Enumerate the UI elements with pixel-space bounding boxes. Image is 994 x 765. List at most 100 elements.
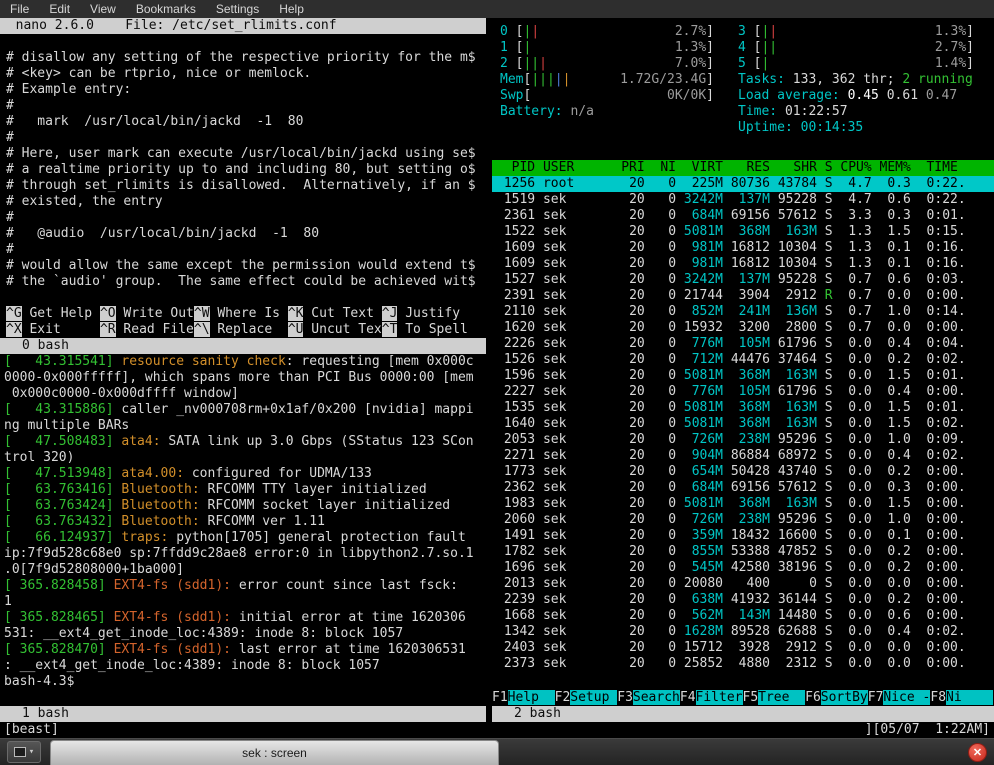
process-row[interactable]: 2226 sek 20 0 776M 105M 61796 S 0.0 0.4 … [492, 336, 994, 352]
terminal-line: [ 63.763432] Bluetooth: RFCOMM ver 1.11 [4, 514, 486, 530]
terminal-line: ng multiple BARs [4, 418, 486, 434]
process-row[interactable]: 1535 sek 20 0 5081M 368M 163M S 0.0 1.5 … [492, 400, 994, 416]
process-row[interactable]: 1526 sek 20 0 712M 44476 37464 S 0.0 0.2… [492, 352, 994, 368]
terminal-line: # a realtime priority up to and includin… [6, 162, 486, 178]
terminal-line [6, 34, 486, 50]
memory-meter: Mem[|||||1.72G/23.4G] [500, 72, 714, 88]
process-row[interactable]: 1256 root 20 0 225M 80736 43784 S 4.7 0.… [492, 176, 994, 192]
terminal-line: [ 365.828470] EXT4-fs (sdd1): last error… [4, 642, 486, 658]
menu-edit[interactable]: Edit [49, 2, 70, 16]
process-row[interactable]: 2373 sek 20 0 25852 4880 2312 S 0.0 0.0 … [492, 656, 994, 672]
process-row[interactable]: 2110 sek 20 0 852M 241M 136M S 0.7 1.0 0… [492, 304, 994, 320]
terminal-line: [ 47.513948] ata4.00: configured for UDM… [4, 466, 486, 482]
fkey-f1[interactable]: F1Help [492, 690, 555, 706]
terminal-line: 0000-0x000fffff], which spans more than … [4, 370, 486, 386]
dmesg-pane[interactable]: [ 43.315541] resource sanity check: requ… [0, 354, 486, 706]
battery-status: Battery: n/a [500, 104, 732, 120]
htop-meters-left: 0 [||2.7%] 1 [|1.3%] 2 [|||7.0%] Mem[|||… [500, 24, 732, 136]
fkey-f6[interactable]: F6SortBy [805, 690, 868, 706]
process-row[interactable]: 2271 sek 20 0 904M 86884 68972 S 0.0 0.4… [492, 448, 994, 464]
process-row[interactable]: 1527 sek 20 0 3242M 137M 95228 S 0.7 0.6… [492, 272, 994, 288]
process-row[interactable]: 2239 sek 20 0 638M 41932 36144 S 0.0 0.2… [492, 592, 994, 608]
process-row[interactable]: 2403 sek 20 0 15712 3928 2912 S 0.0 0.0 … [492, 640, 994, 656]
fkey-f8[interactable]: F8Ni [930, 690, 993, 706]
htop-pane[interactable]: 0 [||2.7%] 1 [|1.3%] 2 [|||7.0%] Mem[|||… [492, 18, 994, 722]
terminal-line: [ 365.828465] EXT4-fs (sdd1): initial er… [4, 610, 486, 626]
screen-caption-window0: 0 bash [0, 338, 486, 354]
process-row[interactable]: 1609 sek 20 0 981M 16812 10304 S 1.3 0.1… [492, 256, 994, 272]
terminal-line: [ 66.124937] traps: python[1705] general… [4, 530, 486, 546]
menu-file[interactable]: File [10, 2, 29, 16]
menu-settings[interactable]: Settings [216, 2, 259, 16]
process-row[interactable]: 1620 sek 20 0 15932 3200 2800 S 0.7 0.0 … [492, 320, 994, 336]
new-tab-button[interactable]: ▾ [7, 741, 41, 763]
menu-view[interactable]: View [90, 2, 116, 16]
cpu4-meter: 4 [||2.7%] [738, 40, 974, 56]
menu-bookmarks[interactable]: Bookmarks [136, 2, 196, 16]
process-row[interactable]: 2391 sek 20 0 21744 3904 2912 R 0.7 0.0 … [492, 288, 994, 304]
screen-caption-window2: 2 bash [492, 706, 994, 722]
process-table[interactable]: PID USER PRI NI VIRT RES SHR S CPU% MEM%… [492, 160, 994, 690]
htop-meters-right: 3 [||1.3%] 4 [||2.7%] 5 [|1.4%] Tasks: 1… [732, 24, 994, 136]
cpu1-meter: 1 [|1.3%] [500, 40, 714, 56]
terminal-line: # [6, 210, 486, 226]
terminal-viewport[interactable]: nano 2.6.0 File: /etc/set_rlimits.conf #… [0, 18, 994, 738]
cpu0-meter: 0 [||2.7%] [500, 24, 714, 40]
close-icon: ✕ [973, 746, 982, 759]
terminal-line: # disallow any setting of the respective… [6, 50, 486, 66]
nano-editor-body[interactable]: # disallow any setting of the respective… [0, 34, 486, 306]
terminal-line: [ 43.315886] caller _nv000708rm+0x1af/0x… [4, 402, 486, 418]
terminal-line: [ 63.763424] Bluetooth: RFCOMM socket la… [4, 498, 486, 514]
fkey-f3[interactable]: F3Search [617, 690, 680, 706]
close-session-button[interactable]: ✕ [968, 743, 987, 762]
hostname-label: [beast] [4, 722, 67, 738]
terminal-line: # [6, 242, 486, 258]
terminal-line: ip:7f9d528c68e0 sp:7ffdd9c28ae8 error:0 … [4, 546, 486, 562]
process-row[interactable]: 1596 sek 20 0 5081M 368M 163M S 0.0 1.5 … [492, 368, 994, 384]
statusbar-spacer-left [67, 722, 405, 738]
left-pane-column: nano 2.6.0 File: /etc/set_rlimits.conf #… [0, 18, 486, 722]
process-row[interactable]: 2361 sek 20 0 684M 69156 57612 S 3.3 0.3… [492, 208, 994, 224]
process-row[interactable]: 1983 sek 20 0 5081M 368M 163M S 0.0 1.5 … [492, 496, 994, 512]
fkey-f5[interactable]: F5Tree [743, 690, 806, 706]
process-row[interactable]: 1342 sek 20 0 1628M 89528 62688 S 0.0 0.… [492, 624, 994, 640]
process-row[interactable]: 2362 sek 20 0 684M 69156 57612 S 0.0 0.3… [492, 480, 994, 496]
tab-label: sek : screen [242, 746, 307, 760]
process-row[interactable]: 2060 sek 20 0 726M 238M 95296 S 0.0 1.0 … [492, 512, 994, 528]
terminal-icon [14, 747, 26, 757]
menu-help[interactable]: Help [279, 2, 304, 16]
process-row[interactable]: 2053 sek 20 0 726M 238M 95296 S 0.0 1.0 … [492, 432, 994, 448]
terminal-line: : __ext4_get_inode_loc:4389: inode 8: bl… [4, 658, 486, 674]
process-row[interactable]: 1609 sek 20 0 981M 16812 10304 S 1.3 0.1… [492, 240, 994, 256]
process-table-header[interactable]: PID USER PRI NI VIRT RES SHR S CPU% MEM%… [492, 160, 994, 176]
terminal-line: [ 43.315541] resource sanity check: requ… [4, 354, 486, 370]
terminal-line: # [6, 98, 486, 114]
nano-shortcut-bar: ^G Get Help ^O Write Out^W Where Is ^K C… [0, 306, 486, 338]
terminal-line: ^G Get Help ^O Write Out^W Where Is ^K C… [6, 306, 486, 322]
screen-caption-window1: 1 bash [0, 706, 486, 722]
fkey-f2[interactable]: F2Setup [555, 690, 618, 706]
process-row[interactable]: 2227 sek 20 0 776M 105M 61796 S 0.0 0.4 … [492, 384, 994, 400]
cpu3-meter: 3 [||1.3%] [738, 24, 974, 40]
tab-session-screen[interactable]: sek : screen [50, 740, 499, 765]
process-row[interactable]: 1668 sek 20 0 562M 143M 14480 S 0.0 0.6 … [492, 608, 994, 624]
process-row[interactable]: 2013 sek 20 0 20080 400 0 S 0.0 0.0 0:00… [492, 576, 994, 592]
process-row[interactable]: 1522 sek 20 0 5081M 368M 163M S 1.3 1.5 … [492, 224, 994, 240]
statusbar-spacer-right [527, 722, 865, 738]
process-row[interactable]: 1773 sek 20 0 654M 50428 43740 S 0.0 0.2… [492, 464, 994, 480]
process-row[interactable]: 1640 sek 20 0 5081M 368M 163M S 0.0 1.5 … [492, 416, 994, 432]
process-row[interactable]: 1782 sek 20 0 855M 53388 47852 S 0.0 0.2… [492, 544, 994, 560]
fkey-f4[interactable]: F4Filter [680, 690, 743, 706]
process-row[interactable]: 1696 sek 20 0 545M 42580 38196 S 0.0 0.2… [492, 560, 994, 576]
nano-pane[interactable]: nano 2.6.0 File: /etc/set_rlimits.conf #… [0, 18, 486, 338]
screen-statusbar: [beast] 0 bash 1 bash 2 bash ][05/07 1:2… [0, 722, 994, 738]
terminal-line: [ 63.763416] Bluetooth: RFCOMM TTY layer… [4, 482, 486, 498]
terminal-line: 531: __ext4_get_inode_loc:4389: inode 8:… [4, 626, 486, 642]
uptime: Uptime: 00:14:35 [738, 120, 994, 136]
window-list: 0 bash 1 bash 2 bash [405, 722, 527, 738]
konsole-tabbar: ▾ sek : screen ✕ [0, 738, 994, 765]
fkey-f7[interactable]: F7Nice - [868, 690, 931, 706]
process-row[interactable]: 1491 sek 20 0 359M 18432 16600 S 0.0 0.1… [492, 528, 994, 544]
terminal-line: # [6, 130, 486, 146]
process-row[interactable]: 1519 sek 20 0 3242M 137M 95228 S 4.7 0.6… [492, 192, 994, 208]
